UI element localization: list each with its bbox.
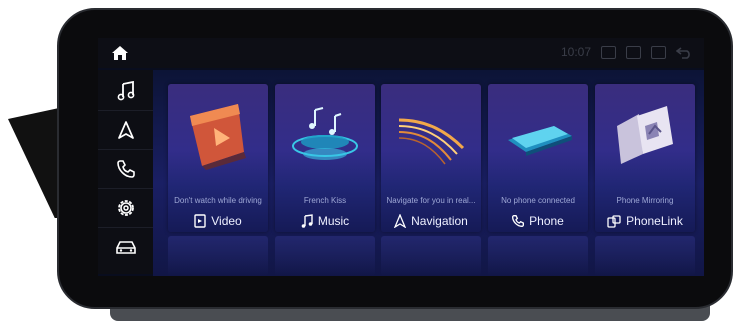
card-reflection (488, 236, 588, 276)
sidebar-item-navigation[interactable] (98, 111, 153, 150)
card-phone[interactable]: No phone connected Phone (488, 84, 588, 232)
gear-icon (117, 200, 134, 216)
road-illustration (398, 118, 465, 165)
head-unit-screen: 10:07 Don't watch while driving Video Fr… (98, 38, 704, 276)
status-right-group: 10:07 (561, 45, 692, 59)
screen-icon[interactable] (626, 45, 641, 59)
card-reflection (168, 236, 268, 276)
card-label-text: PhoneLink (626, 214, 683, 228)
card-video[interactable]: Don't watch while driving Video (168, 84, 268, 232)
card-reflection (381, 236, 481, 276)
card-reflection (275, 236, 375, 276)
phone-icon (116, 160, 135, 178)
status-time: 10:07 (560, 45, 591, 59)
card-music[interactable]: French Kiss Music (275, 84, 375, 232)
phone-slab-illustration (508, 126, 572, 156)
status-bar: 10:07 (98, 38, 704, 68)
card-label-text: Navigation (411, 214, 468, 228)
card-reflection (595, 236, 695, 276)
car-icon (115, 241, 136, 254)
card-label-text: Video (211, 214, 242, 228)
video-clapper-illustration (190, 104, 246, 170)
card-subtitle: Navigate for you in real... (386, 196, 476, 205)
music-note-icon (301, 214, 313, 228)
phone-icon (512, 215, 525, 227)
card-label-text: Music (317, 214, 350, 228)
sidebar-item-phone[interactable] (98, 150, 153, 189)
music-note-icon (117, 81, 134, 101)
music-disc-illustration (292, 107, 358, 160)
phone-mirror-illustration (617, 106, 673, 164)
sidebar (98, 70, 154, 274)
signal-icon (601, 45, 616, 59)
sidebar-item-music[interactable] (98, 72, 153, 111)
sidebar-item-settings[interactable] (98, 189, 153, 228)
window-icon[interactable] (651, 45, 666, 59)
card-subtitle: French Kiss (303, 196, 347, 205)
sidebar-item-car[interactable] (98, 228, 153, 266)
video-file-icon (194, 214, 206, 228)
home-icon[interactable] (111, 45, 129, 61)
card-subtitle: Phone Mirroring (616, 196, 674, 205)
back-icon[interactable] (676, 46, 692, 59)
card-navigation[interactable]: Navigate for you in real... Navigation (381, 84, 481, 232)
card-subtitle: Don't watch while driving (174, 196, 262, 205)
navigation-arrow-icon (117, 121, 134, 139)
card-subtitle: No phone connected (501, 196, 575, 205)
app-grid: Don't watch while driving Video French K… (153, 70, 704, 276)
card-phonelink[interactable]: Phone Mirroring PhoneLink (595, 84, 695, 232)
phone-mirror-icon (607, 214, 621, 228)
navigation-arrow-icon (394, 214, 407, 228)
card-label-text: Phone (529, 214, 564, 228)
